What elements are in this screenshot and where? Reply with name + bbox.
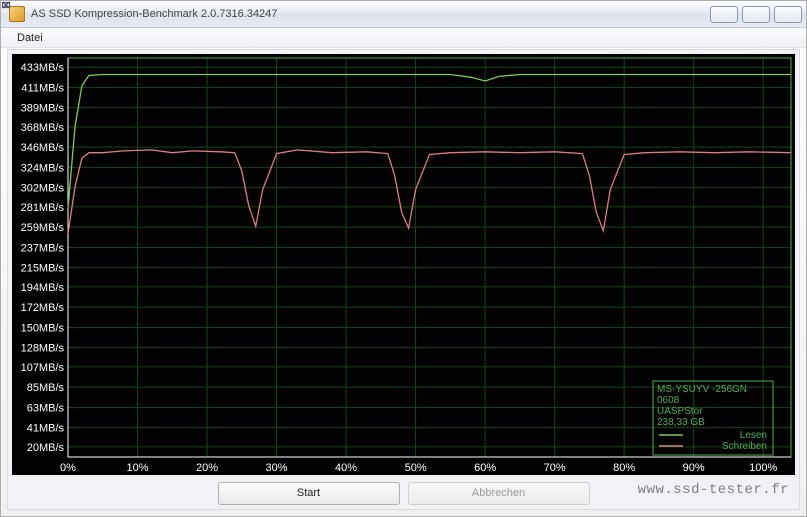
svg-text:20%: 20% (196, 462, 218, 474)
svg-text:90%: 90% (683, 462, 705, 474)
svg-text:172MB/s: 172MB/s (21, 302, 65, 314)
svg-text:324MB/s: 324MB/s (21, 162, 65, 174)
svg-text:0608: 0608 (657, 395, 680, 406)
app-icon (9, 6, 25, 22)
svg-text:MS-YSUYV -256GN: MS-YSUYV -256GN (657, 384, 747, 395)
svg-text:40%: 40% (335, 462, 357, 474)
footer: Start Abbrechen (8, 481, 799, 505)
titlebar: AS SSD Kompression-Benchmark 2.0.7316.34… (1, 1, 806, 28)
svg-text:238,33 GB: 238,33 GB (657, 417, 705, 428)
svg-text:Schreiben: Schreiben (722, 441, 767, 452)
abort-button: Abbrechen (408, 482, 590, 505)
svg-text:194MB/s: 194MB/s (21, 282, 65, 294)
svg-text:20MB/s: 20MB/s (27, 442, 65, 454)
svg-text:Lesen: Lesen (740, 430, 767, 441)
svg-text:85MB/s: 85MB/s (27, 382, 65, 394)
svg-text:368MB/s: 368MB/s (21, 122, 65, 134)
benchmark-chart: 20MB/s 41MB/s 63MB/s 85MB/s 107MB/s 128MB/s 15… (12, 54, 795, 475)
menu-file[interactable]: Datei (11, 30, 49, 46)
close-button[interactable] (774, 6, 802, 23)
svg-text:281MB/s: 281MB/s (21, 202, 65, 214)
window-buttons (710, 6, 802, 23)
svg-text:100%: 100% (749, 462, 777, 474)
svg-text:50%: 50% (405, 462, 427, 474)
svg-text:237MB/s: 237MB/s (21, 242, 65, 254)
svg-text:UASPStor: UASPStor (657, 406, 703, 417)
app-window: AS SSD Kompression-Benchmark 2.0.7316.34… (0, 0, 807, 517)
client-area: 20MB/s 41MB/s 63MB/s 85MB/s 107MB/s 128MB/s 15… (7, 49, 800, 510)
svg-text:41MB/s: 41MB/s (27, 423, 65, 435)
svg-text:0%: 0% (60, 462, 76, 474)
svg-text:107MB/s: 107MB/s (21, 362, 65, 374)
svg-text:70%: 70% (544, 462, 566, 474)
start-button[interactable]: Start (218, 482, 400, 505)
window-title: AS SSD Kompression-Benchmark 2.0.7316.34… (31, 8, 710, 20)
svg-text:150MB/s: 150MB/s (21, 322, 65, 334)
svg-text:215MB/s: 215MB/s (21, 263, 65, 275)
svg-text:128MB/s: 128MB/s (21, 343, 65, 355)
svg-text:389MB/s: 389MB/s (21, 103, 65, 115)
svg-text:433MB/s: 433MB/s (21, 62, 65, 74)
svg-text:346MB/s: 346MB/s (21, 142, 65, 154)
svg-text:63MB/s: 63MB/s (27, 402, 65, 414)
svg-text:60%: 60% (474, 462, 496, 474)
svg-text:302MB/s: 302MB/s (21, 183, 65, 195)
minimize-button[interactable] (710, 6, 738, 23)
svg-text:411MB/s: 411MB/s (21, 82, 64, 94)
svg-text:30%: 30% (266, 462, 288, 474)
menubar: Datei (1, 28, 806, 48)
maximize-button[interactable] (742, 6, 770, 23)
svg-text:259MB/s: 259MB/s (21, 222, 65, 234)
svg-text:10%: 10% (127, 462, 149, 474)
svg-text:80%: 80% (613, 462, 635, 474)
